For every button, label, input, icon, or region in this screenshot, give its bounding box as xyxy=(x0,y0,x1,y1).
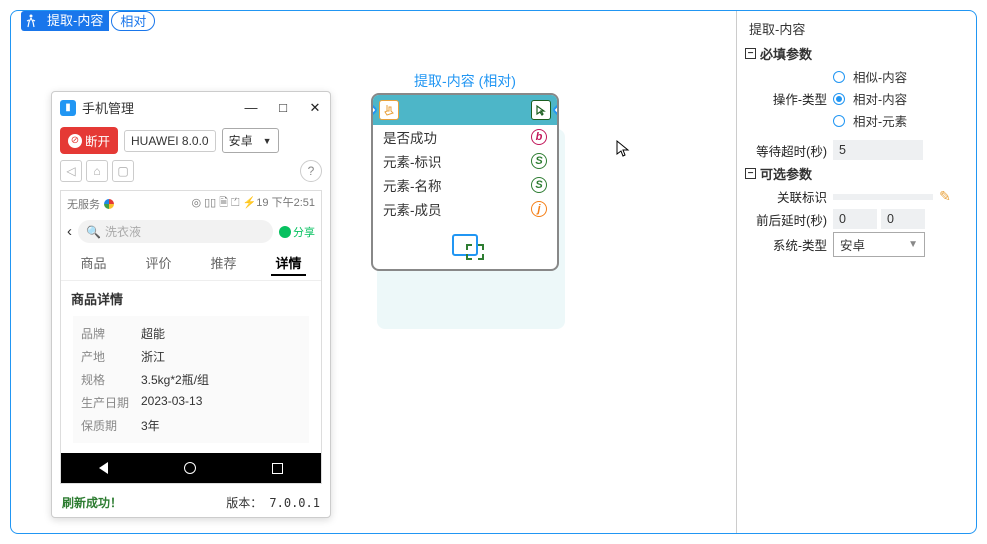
detail-table: 品牌超能产地浙江规格3.5kg*2瓶/组生产日期2023-03-13保质期3年 xyxy=(73,316,309,443)
device-label: HUAWEI 8.0.0 xyxy=(124,130,216,152)
node-header xyxy=(373,95,557,125)
panel-title: 提取-内容 xyxy=(745,17,968,40)
node-output-row: 是否成功b xyxy=(373,125,557,149)
node-footer xyxy=(373,221,557,269)
android-navbar xyxy=(61,453,321,483)
output-connector[interactable] xyxy=(552,103,559,117)
nav-home-button[interactable]: ⌂ xyxy=(86,160,108,182)
detail-row: 生产日期2023-03-13 xyxy=(81,391,301,414)
delay-before-input[interactable]: 0 xyxy=(833,209,877,229)
back-icon[interactable]: ‹ xyxy=(67,223,72,240)
detail-row: 规格3.5kg*2瓶/组 xyxy=(81,368,301,391)
signal-status: 无服务 xyxy=(67,196,100,212)
collapse-icon: − xyxy=(745,48,756,59)
status-icons: ◎ ▯▯ 🗎 ⏍ ⚡19 下午2:51 xyxy=(191,194,315,213)
main-frame: 提取-内容 相对 提取-内容 − 必填参数 相似-内容 操作-类型相对-内容 相… xyxy=(10,10,977,534)
node-output-row: 元素-标识S xyxy=(373,149,557,173)
phone-icon: ▮ xyxy=(60,100,76,116)
node-output-row: 元素-名称S xyxy=(373,173,557,197)
op-type-label: 操作-类型 xyxy=(745,89,833,108)
phone-manager-window: ▮ 手机管理 — □ ✕ ⊘断开 HUAWEI 8.0.0 安卓▼ ◁ ⌂ ▢ … xyxy=(51,91,331,518)
detail-row: 产地浙江 xyxy=(81,345,301,368)
node-output-row: 元素-成员j xyxy=(373,197,557,221)
nav-back-button[interactable]: ◁ xyxy=(60,160,82,182)
os-select[interactable]: 安卓▼ xyxy=(222,128,279,153)
tab-0[interactable]: 商品 xyxy=(76,251,110,276)
relation-id-input[interactable] xyxy=(833,194,933,200)
section-required[interactable]: − 必填参数 xyxy=(745,44,968,63)
detail-section-title: 商品详情 xyxy=(61,281,321,316)
help-button[interactable]: ? xyxy=(300,160,322,182)
edit-icon[interactable]: ✎ xyxy=(937,189,953,205)
type-badge: S xyxy=(531,177,547,193)
stop-icon: ⊘ xyxy=(68,134,82,148)
title-chip: 提取-内容 相对 xyxy=(21,11,155,31)
chevron-down-icon: ▼ xyxy=(263,136,272,146)
nav-back-icon[interactable] xyxy=(99,462,108,474)
maximize-button[interactable]: □ xyxy=(276,101,290,115)
delay-label: 前后延时(秒) xyxy=(745,210,833,229)
chip-text-2: 相对 xyxy=(111,11,155,31)
wechat-icon xyxy=(279,226,291,238)
mouse-cursor-icon xyxy=(615,139,631,164)
chip-text-1: 提取-内容 xyxy=(41,11,109,31)
minimize-button[interactable]: — xyxy=(244,101,258,115)
input-connector[interactable] xyxy=(371,103,378,117)
phone-screen: 无服务 ◎ ▯▯ 🗎 ⏍ ⚡19 下午2:51 ‹ 🔍洗衣液 分享 商品 评价 推荐… xyxy=(60,190,322,484)
disconnect-button[interactable]: ⊘断开 xyxy=(60,127,118,154)
type-badge: b xyxy=(531,129,547,145)
wait-timeout-input[interactable]: 5 xyxy=(833,140,923,160)
version-label: 版本： 7.0.0.1 xyxy=(226,494,320,511)
walk-icon xyxy=(21,11,41,31)
tab-3[interactable]: 详情 xyxy=(271,251,305,276)
share-button[interactable]: 分享 xyxy=(279,224,315,240)
section-optional[interactable]: − 可选参数 xyxy=(745,164,968,183)
type-badge: j xyxy=(531,201,547,217)
wait-timeout-label: 等待超时(秒) xyxy=(745,141,833,160)
properties-panel: 提取-内容 − 必填参数 相似-内容 操作-类型相对-内容 相对-元素 等待超时… xyxy=(736,11,976,533)
tap-icon xyxy=(379,100,399,120)
search-box[interactable]: 🔍洗衣液 xyxy=(78,220,273,243)
cursor-icon xyxy=(531,100,551,120)
node-box: 是否成功b元素-标识S元素-名称S元素-成员j xyxy=(371,93,559,271)
close-button[interactable]: ✕ xyxy=(308,101,322,115)
tab-1[interactable]: 评价 xyxy=(141,251,175,276)
detail-row: 品牌超能 xyxy=(81,322,301,345)
type-badge: S xyxy=(531,153,547,169)
relation-id-label: 关联标识 xyxy=(745,187,833,206)
product-tabs: 商品 评价 推荐 详情 xyxy=(61,247,321,281)
window-title: 手机管理 xyxy=(82,98,226,117)
radio-relative-content[interactable] xyxy=(833,93,845,105)
workflow-node[interactable]: 提取-内容 (相对) 是否成功b元素-标识S元素-名称S元素-成员j xyxy=(371,71,559,271)
nav-home-icon[interactable] xyxy=(184,462,196,474)
color-ring-icon xyxy=(104,199,114,209)
element-thumb-icon xyxy=(452,234,478,256)
radio-similar-content[interactable] xyxy=(833,71,845,83)
window-titlebar[interactable]: ▮ 手机管理 — □ ✕ xyxy=(52,92,330,123)
delay-after-input[interactable]: 0 xyxy=(881,209,925,229)
node-title: 提取-内容 (相对) xyxy=(371,71,559,91)
detail-row: 保质期3年 xyxy=(81,414,301,437)
nav-recent-button[interactable]: ▢ xyxy=(112,160,134,182)
chevron-down-icon: ▼ xyxy=(908,239,918,250)
radio-relative-element[interactable] xyxy=(833,115,845,127)
nav-recent-icon[interactable] xyxy=(272,463,283,474)
search-icon: 🔍 xyxy=(86,225,101,239)
collapse-icon: − xyxy=(745,168,756,179)
system-type-select[interactable]: 安卓▼ xyxy=(833,232,925,257)
system-type-label: 系统-类型 xyxy=(745,235,833,254)
tab-2[interactable]: 推荐 xyxy=(206,251,240,276)
refresh-status: 刷新成功！ xyxy=(62,494,122,511)
